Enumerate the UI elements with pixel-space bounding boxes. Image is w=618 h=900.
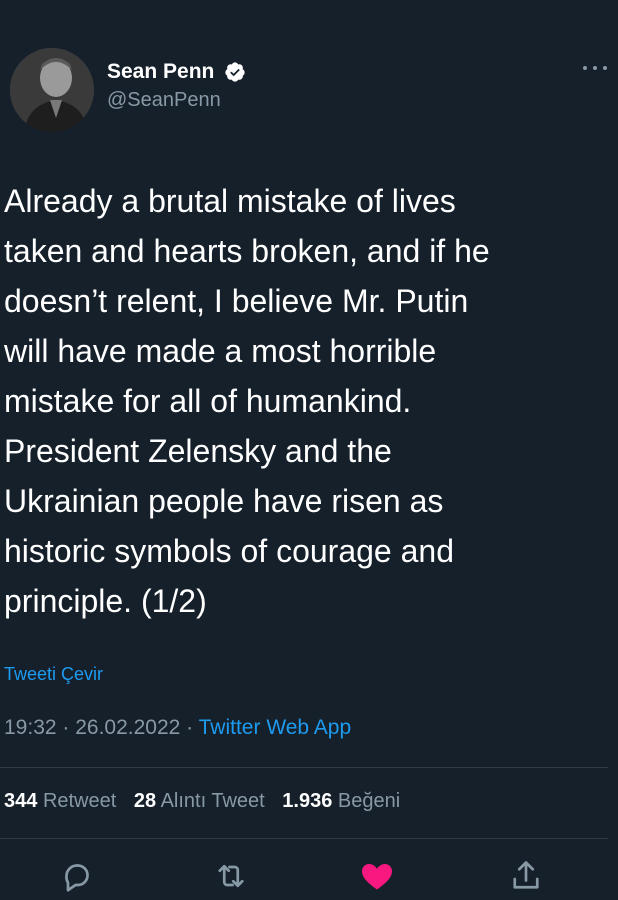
quote-label: Alıntı Tweet xyxy=(160,790,265,812)
share-icon[interactable] xyxy=(508,858,544,894)
retweet-icon[interactable] xyxy=(213,858,249,894)
translate-tweet-link[interactable]: Tweeti Çevir xyxy=(4,664,103,685)
avatar[interactable] xyxy=(10,48,94,132)
retweet-label: Retweet xyxy=(42,790,117,812)
divider xyxy=(0,767,608,768)
tweet-metadata: 19:32 · 26.02.2022 · Twitter Web App xyxy=(4,716,351,740)
retweet-stat[interactable]: 344 Retweet xyxy=(4,790,116,812)
heart-icon[interactable] xyxy=(359,858,395,894)
quote-tweet-stat[interactable]: 28 Alıntı Tweet xyxy=(134,790,265,812)
avatar-image xyxy=(10,48,94,132)
meta-separator: · xyxy=(180,716,199,739)
reply-icon[interactable] xyxy=(59,858,95,894)
quote-count: 28 xyxy=(133,790,157,812)
author-display-name[interactable]: Sean Penn xyxy=(107,60,214,84)
tweet-actions xyxy=(0,852,618,900)
tweet-header: Sean Penn @SeanPenn xyxy=(10,48,610,138)
tweet-text: Already a brutal mistake of lives taken … xyxy=(4,183,490,619)
likes-count: 1.936 xyxy=(282,790,333,812)
likes-stat[interactable]: 1.936 Beğeni xyxy=(282,790,400,812)
more-horizontal-icon[interactable] xyxy=(580,60,610,76)
tweet-date[interactable]: 26.02.2022 xyxy=(75,716,180,739)
meta-separator: · xyxy=(56,716,76,739)
author-handle[interactable]: @SeanPenn xyxy=(107,89,246,112)
tweet-source[interactable]: Twitter Web App xyxy=(199,716,352,739)
likes-label: Beğeni xyxy=(337,790,401,812)
verified-badge-icon xyxy=(225,62,245,82)
author-info: Sean Penn @SeanPenn xyxy=(107,60,246,112)
tweet-time[interactable]: 19:32 xyxy=(4,716,57,739)
tweet-stats: 344 Retweet 28 Alıntı Tweet 1.936 Beğeni xyxy=(4,790,412,813)
retweet-count: 344 xyxy=(4,790,38,812)
divider xyxy=(0,838,608,839)
